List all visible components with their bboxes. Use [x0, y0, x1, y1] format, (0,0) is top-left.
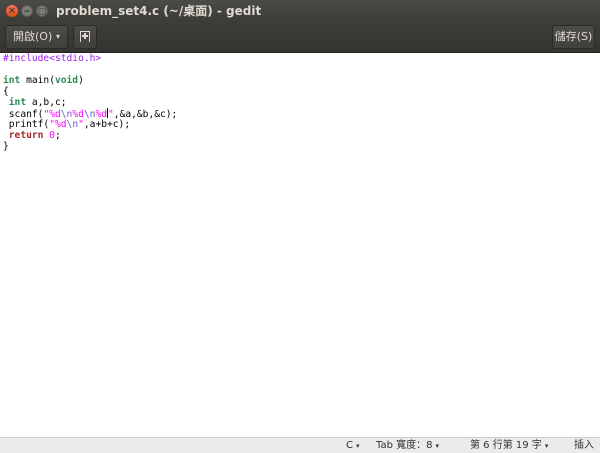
code-line-7: printf("%d\n",a+b+c);: [3, 119, 130, 130]
maximize-window-button[interactable]: □: [36, 5, 48, 17]
code-line-3: int main(void): [3, 75, 84, 86]
insert-mode-indicator[interactable]: 插入: [574, 438, 594, 453]
code-token: main(: [20, 75, 55, 86]
keyword-token: return: [8, 130, 44, 141]
window-title: problem_set4.c (~/桌面) - gedit: [56, 4, 262, 18]
preprocessor-token: #include<stdio.h>: [3, 53, 102, 64]
keyword-token: void: [54, 75, 79, 86]
code-line-6: scanf("%d\n%d\n%d",&a,&b,&c);: [3, 108, 177, 120]
close-icon: ×: [8, 6, 16, 16]
maximize-icon: □: [37, 7, 47, 17]
code-editor[interactable]: #include<stdio.h> int main(void) { int a…: [0, 53, 600, 437]
code-token: a,b,c;: [26, 97, 67, 108]
code-token: printf(: [3, 119, 50, 130]
cursor-position-label: 第 6 行第 19 字: [470, 440, 542, 451]
string-token: "%d: [49, 119, 67, 130]
chevron-down-icon: ▾: [435, 442, 439, 450]
open-button-label: 開啟(O): [13, 30, 53, 43]
chevron-down-icon: ▾: [355, 442, 360, 450]
code-token: {: [3, 86, 9, 97]
minimize-icon: −: [23, 7, 31, 17]
code-line-9: }: [3, 141, 9, 152]
language-selector[interactable]: C ▾: [346, 438, 360, 453]
header-bar: 開啟(O) ▾ 儲存(S): [0, 22, 600, 53]
code-line-4: {: [3, 86, 9, 97]
keyword-token: int: [8, 97, 27, 108]
tab-width-selector[interactable]: Tab 寬度：8 ▾: [376, 438, 439, 453]
save-button[interactable]: 儲存(S): [552, 25, 595, 49]
close-window-button[interactable]: ×: [6, 5, 18, 17]
open-button[interactable]: 開啟(O) ▾: [5, 25, 68, 49]
escape-token: \n: [66, 119, 79, 130]
language-label: C: [346, 440, 353, 451]
gedit-window: × − □ problem_set4.c (~/桌面) - gedit 開啟(O…: [0, 0, 600, 453]
code-token: ,a+b+c);: [83, 119, 131, 130]
new-tab-button[interactable]: [73, 25, 97, 49]
code-token: }: [3, 141, 9, 152]
code-line-5: int a,b,c;: [3, 97, 67, 108]
code-line-8: return 0;: [3, 130, 61, 141]
minimize-window-button[interactable]: −: [21, 5, 33, 17]
cursor-position-selector[interactable]: 第 6 行第 19 字 ▾: [470, 438, 548, 453]
new-tab-icon: [80, 31, 90, 42]
chevron-down-icon: ▾: [544, 442, 549, 450]
status-bar: C ▾ Tab 寬度：8 ▾ 第 6 行第 19 字 ▾ 插入: [0, 437, 600, 453]
keyword-token: int: [3, 75, 21, 86]
code-token: ;: [55, 130, 61, 141]
title-bar: × − □ problem_set4.c (~/桌面) - gedit: [0, 0, 600, 22]
chevron-down-icon: ▾: [55, 32, 60, 41]
code-line-1: #include<stdio.h>: [3, 53, 101, 64]
tab-width-label: Tab 寬度：8: [376, 440, 433, 451]
code-token: ): [78, 75, 84, 86]
